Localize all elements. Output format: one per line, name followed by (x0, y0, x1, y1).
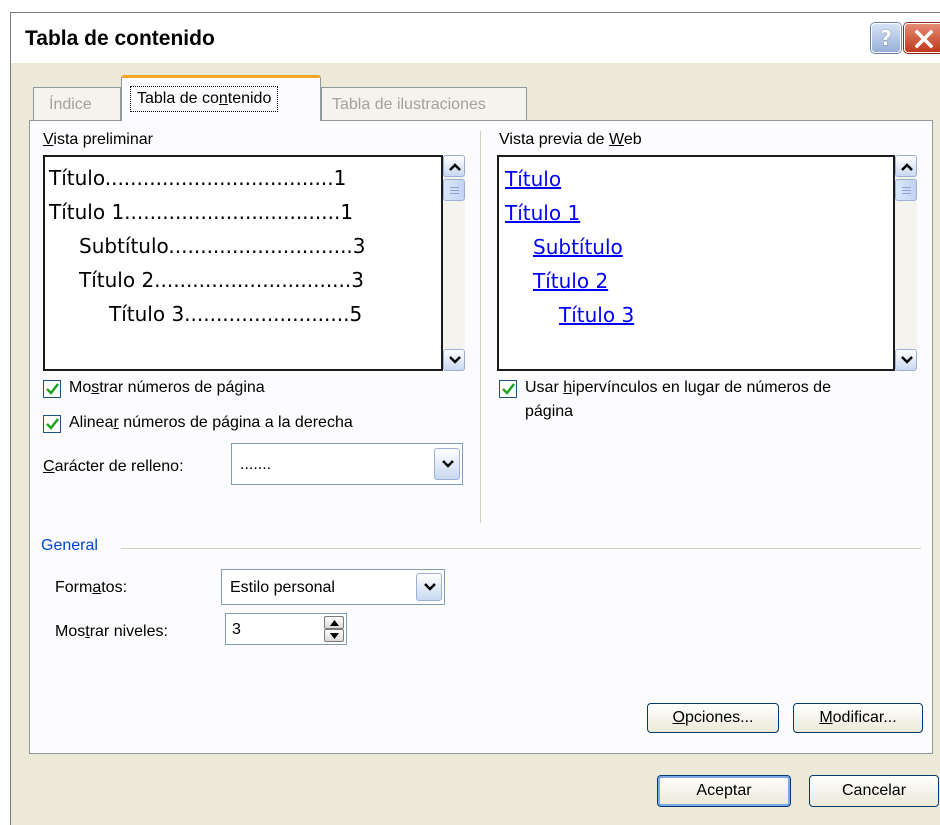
tab-tabla-ilustraciones[interactable]: Tabla de ilustraciones (321, 87, 527, 121)
tab-tabla-contenido[interactable]: Tabla de contenido (121, 75, 321, 121)
chevron-up-icon (449, 163, 461, 171)
title-bar[interactable]: Tabla de contenido ? (11, 13, 940, 63)
triangle-down-icon (330, 633, 339, 639)
web-preview-box: Título Título 1 Subtítulo Título 2 Títul… (497, 155, 895, 371)
chevron-down-icon (424, 583, 436, 591)
close-button[interactable] (904, 23, 940, 53)
preview-entry: Título 3..........................5 (109, 302, 363, 326)
triangle-up-icon (330, 620, 339, 626)
tab-indice[interactable]: Índice (33, 87, 121, 121)
print-preview-label: Vista preliminar (43, 131, 153, 148)
web-preview-scrollbar[interactable] (895, 155, 917, 371)
tab-contenido-label: Tabla de contenido (130, 86, 279, 112)
preview-entry: Título 1................................… (49, 200, 354, 224)
scroll-thumb[interactable] (443, 179, 465, 201)
levels-value: 3 (232, 621, 241, 638)
show-page-numbers-checkbox[interactable] (43, 380, 61, 398)
options-button[interactable]: Opciones... (647, 703, 779, 733)
checkmark-icon (46, 418, 59, 430)
checkmark-icon (502, 383, 515, 395)
use-hyperlinks-checkbox[interactable] (499, 380, 517, 398)
dialog-title: Tabla de contenido (25, 27, 215, 50)
tab-leader-value: ....... (240, 456, 272, 473)
help-button[interactable]: ? (871, 23, 901, 53)
chevron-down-icon (442, 460, 454, 468)
checkmark-icon (46, 383, 59, 395)
scroll-down-button[interactable] (895, 349, 917, 371)
align-right-checkbox[interactable] (43, 415, 61, 433)
formats-select[interactable]: Estilo personal (221, 569, 445, 605)
levels-spinner[interactable]: 3 (225, 613, 347, 645)
formats-value: Estilo personal (230, 579, 335, 596)
chevron-down-icon (901, 356, 913, 364)
web-preview-link[interactable]: Título 2 (533, 269, 608, 293)
spin-up-button[interactable] (324, 616, 344, 629)
tab-ilustraciones-label: Tabla de ilustraciones (332, 96, 486, 113)
show-page-numbers-label: Mostrar números de página (69, 379, 265, 396)
preview-entry: Título 2...............................3 (79, 268, 364, 292)
tab-leader-label: Carácter de relleno: (43, 458, 184, 475)
spin-down-button[interactable] (324, 629, 344, 642)
general-divider (121, 548, 921, 549)
print-preview-scrollbar[interactable] (443, 155, 465, 371)
use-hyperlinks-label: Usar hipervínculos en lugar de números d… (525, 379, 831, 396)
chevron-up-icon (901, 163, 913, 171)
tab-leader-select[interactable]: ....... (231, 443, 463, 485)
chevron-down-icon (449, 356, 461, 364)
web-preview-link[interactable]: Título 1 (505, 201, 580, 225)
modify-button[interactable]: Modificar... (793, 703, 923, 733)
close-icon (914, 29, 934, 49)
preview-entry: Título..................................… (49, 166, 347, 190)
scroll-thumb[interactable] (895, 179, 917, 201)
align-right-label: Alinear números de página a la derecha (69, 414, 353, 431)
preview-entry: Subtítulo.............................3 (79, 234, 366, 258)
web-preview-link[interactable]: Título 3 (559, 303, 634, 327)
levels-label: Mostrar niveles: (55, 623, 168, 640)
scroll-up-button[interactable] (443, 155, 465, 177)
use-hyperlinks-label-line2: página (525, 403, 574, 420)
accept-button[interactable]: Aceptar (657, 775, 791, 807)
print-preview-box: Título..................................… (43, 155, 443, 371)
formats-label: Formatos: (55, 579, 128, 596)
formats-dropdown-button[interactable] (416, 573, 442, 601)
tab-leader-dropdown-button[interactable] (434, 448, 460, 480)
web-preview-link[interactable]: Título (505, 167, 561, 191)
cancel-button[interactable]: Cancelar (809, 775, 939, 807)
vertical-divider (480, 131, 481, 523)
web-preview-link[interactable]: Subtítulo (533, 235, 623, 259)
scroll-down-button[interactable] (443, 349, 465, 371)
dialog-window: Tabla de contenido ? Índice Tabla de ilu… (10, 12, 940, 825)
web-preview-label: Vista previa de Web (499, 131, 642, 148)
scroll-up-button[interactable] (895, 155, 917, 177)
tab-indice-label: Índice (49, 96, 92, 113)
general-legend: General (41, 537, 98, 554)
